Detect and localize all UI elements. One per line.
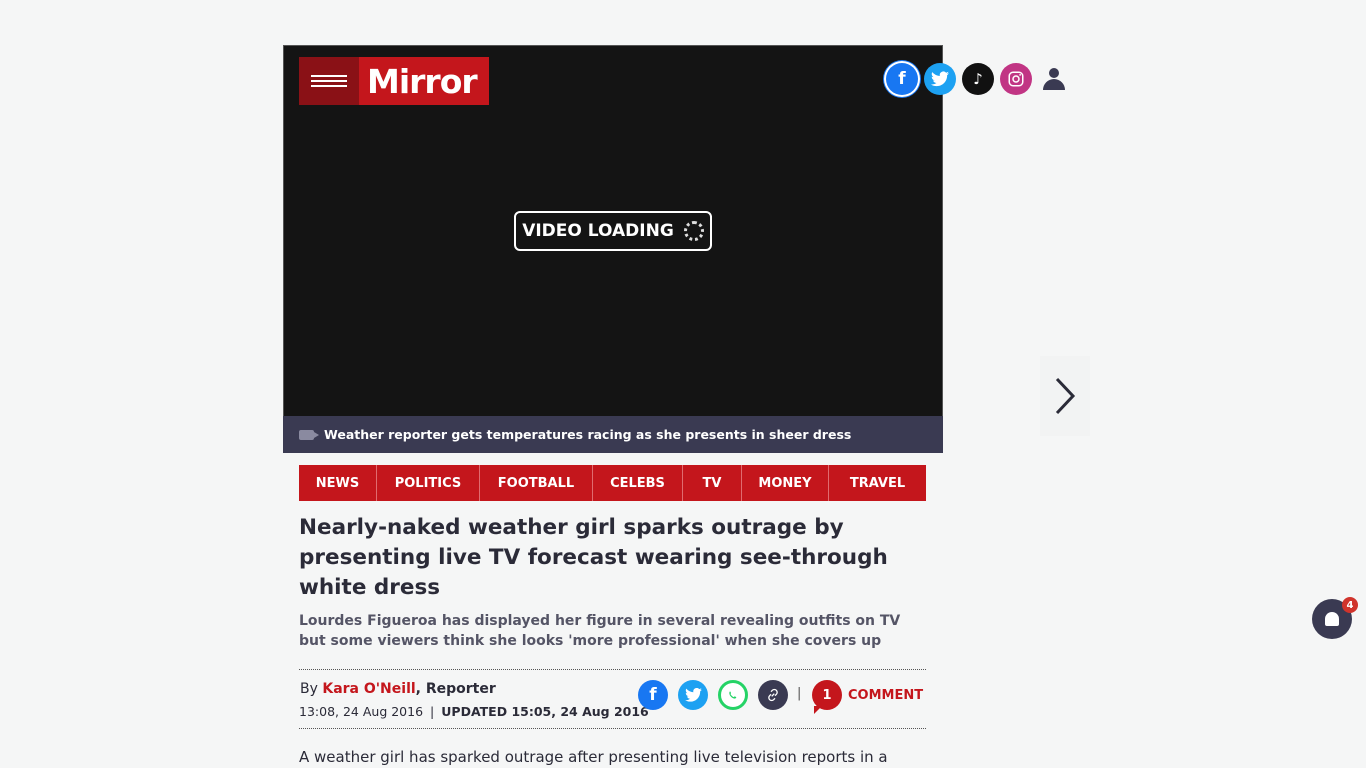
nav-item-celebs[interactable]: CELEBS xyxy=(593,465,683,501)
tiktok-icon[interactable]: ♪ xyxy=(962,63,994,95)
article-dates: 13:08, 24 Aug 2016 | UPDATED 15:05, 24 A… xyxy=(299,704,649,719)
comment-label[interactable]: COMMENT xyxy=(848,688,923,703)
article-standfirst: Lourdes Figueroa has displayed her figur… xyxy=(299,613,901,649)
menu-button[interactable] xyxy=(299,57,359,105)
user-account-icon[interactable] xyxy=(1038,63,1070,95)
user-icon-body xyxy=(1043,79,1065,90)
video-caption-bar: Weather reporter gets temperatures racin… xyxy=(283,416,943,453)
date-separator: | xyxy=(430,704,435,719)
article-paragraph: A weather girl has sparked outrage after… xyxy=(299,748,888,768)
section-nav: NEWS POLITICS FOOTBALL CELEBS TV MONEY T… xyxy=(299,465,926,501)
author-role: , Reporter xyxy=(415,681,496,697)
page: Mirror VIDEO LOADING Weather reporter ge… xyxy=(0,0,1366,768)
divider xyxy=(299,669,926,670)
facebook-icon[interactable]: f xyxy=(886,63,918,95)
share-separator: | xyxy=(797,686,802,701)
share-whatsapp-icon[interactable] xyxy=(718,680,748,710)
chevron-right-icon xyxy=(1055,377,1076,415)
article-headline: Nearly-naked weather girl sparks outrage… xyxy=(299,515,888,600)
menu-line xyxy=(311,85,347,87)
nav-item-money[interactable]: MONEY xyxy=(742,465,829,501)
nav-item-politics[interactable]: POLITICS xyxy=(377,465,480,501)
notifications-button[interactable]: 4 xyxy=(1312,597,1358,639)
nav-item-travel[interactable]: TRAVEL xyxy=(829,465,926,501)
published-date: 13:08, 24 Aug 2016 xyxy=(299,704,424,719)
video-caption: Weather reporter gets temperatures racin… xyxy=(324,427,852,442)
video-camera-icon xyxy=(299,429,319,440)
user-icon-head xyxy=(1049,68,1059,78)
next-arrow-button[interactable] xyxy=(1040,356,1090,436)
copy-link-icon[interactable] xyxy=(758,680,788,710)
video-player[interactable]: Mirror VIDEO LOADING xyxy=(283,45,943,416)
site-logo[interactable]: Mirror xyxy=(299,57,489,105)
share-twitter-icon[interactable] xyxy=(678,680,708,710)
user-icon xyxy=(1039,64,1069,94)
share-buttons: f xyxy=(638,680,788,710)
divider xyxy=(299,728,926,729)
logo-text[interactable]: Mirror xyxy=(359,62,478,101)
menu-line xyxy=(311,80,347,82)
nav-item-football[interactable]: FOOTBALL xyxy=(480,465,593,501)
byline: By Kara O'Neill, Reporter xyxy=(300,681,496,697)
byline-prefix: By xyxy=(300,681,323,697)
menu-line xyxy=(311,75,347,77)
comment-count[interactable]: 1 xyxy=(812,680,842,714)
nav-item-tv[interactable]: TV xyxy=(683,465,742,501)
instagram-icon[interactable] xyxy=(1000,63,1032,95)
video-loading-indicator: VIDEO LOADING xyxy=(514,211,712,251)
share-facebook-icon[interactable]: f xyxy=(638,680,668,710)
nav-item-news[interactable]: NEWS xyxy=(299,465,377,501)
spinner-icon xyxy=(683,221,704,241)
video-loading-label: VIDEO LOADING xyxy=(522,221,674,241)
social-links: f ♪ xyxy=(886,63,1070,95)
updated-date: UPDATED 15:05, 24 Aug 2016 xyxy=(441,704,649,719)
twitter-icon[interactable] xyxy=(924,63,956,95)
comment-button[interactable]: 1 COMMENT xyxy=(812,680,923,714)
notification-badge: 4 xyxy=(1342,597,1358,613)
author-link[interactable]: Kara O'Neill xyxy=(322,681,415,697)
bell-icon xyxy=(1325,612,1339,626)
